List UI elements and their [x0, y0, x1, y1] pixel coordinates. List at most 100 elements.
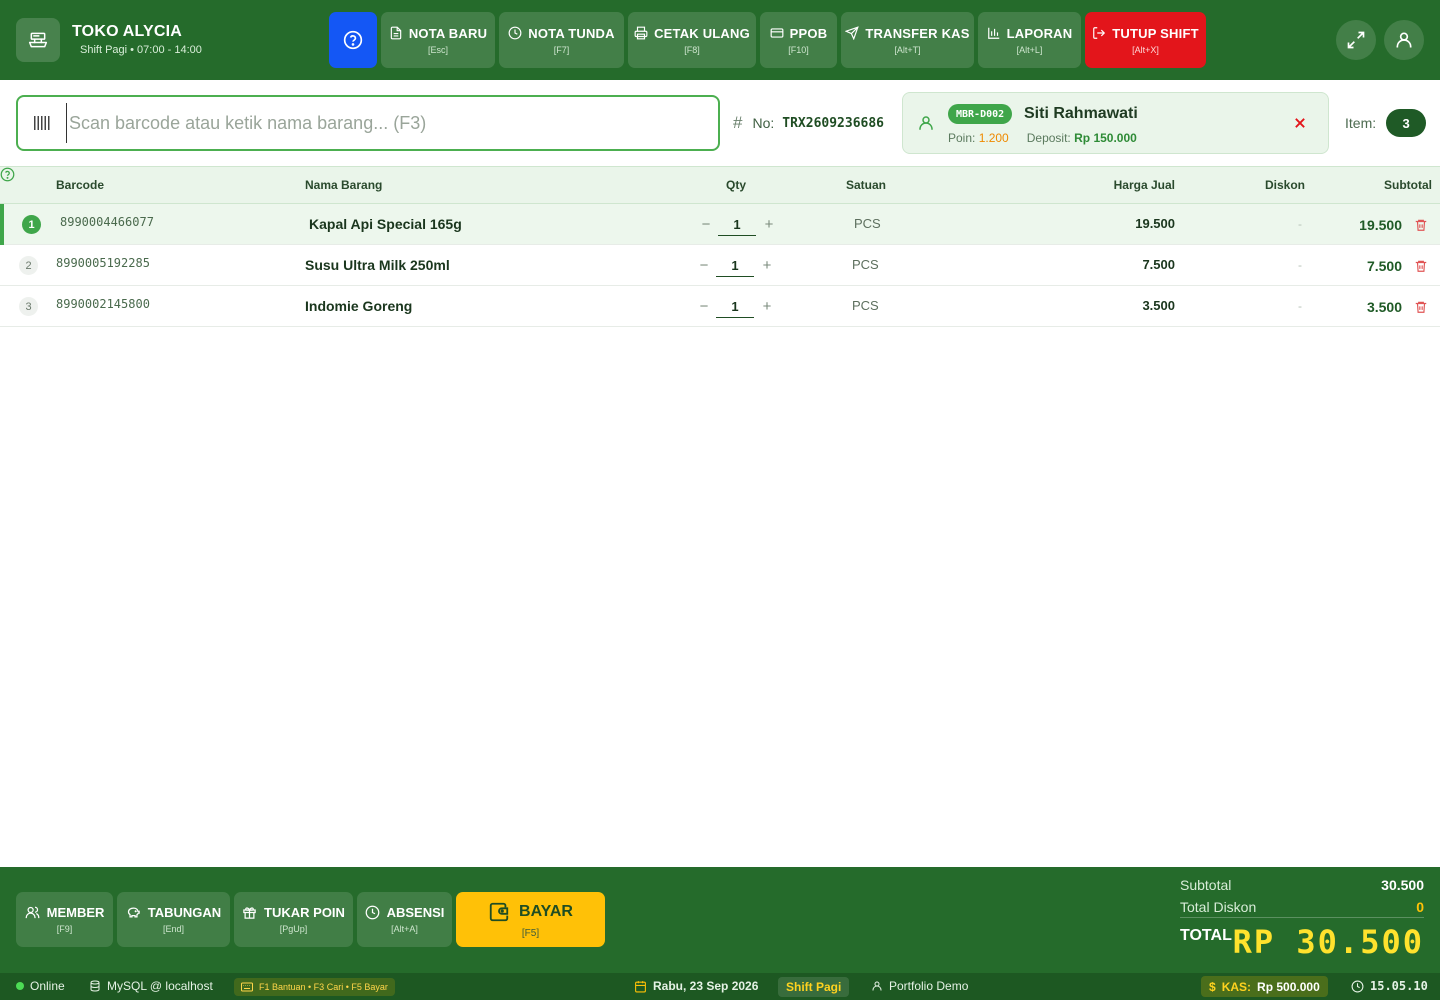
- ppob-label: PPOB: [789, 25, 828, 41]
- trash-icon[interactable]: [1414, 218, 1428, 232]
- shortcut-hint-label: F1 Bantuan • F3 Cari • F5 Bayar: [259, 982, 388, 992]
- qty-decrease-button[interactable]: −: [698, 215, 714, 233]
- report-shortcut: [Alt+L]: [1016, 44, 1043, 55]
- trash-icon[interactable]: [1414, 300, 1428, 314]
- redeem-points-button[interactable]: TUKAR POIN [PgUp]: [234, 892, 353, 947]
- cash-value: Rp 500.000: [1257, 979, 1320, 994]
- row-barcode: 8990002145800: [56, 297, 150, 311]
- member-deposit: Deposit: Rp 150.000: [1027, 131, 1137, 145]
- reprint-button[interactable]: CETAK ULANG [F8]: [628, 12, 756, 68]
- row-price: 3.500: [1142, 298, 1175, 313]
- bar-chart-icon: [987, 27, 999, 39]
- row-number: 3: [19, 297, 38, 316]
- help-button[interactable]: [329, 12, 377, 68]
- table-row[interactable]: 3 8990002145800 Indomie Goreng − + PCS 3…: [0, 286, 1440, 327]
- trash-icon[interactable]: [1414, 259, 1428, 273]
- piggy-bank-icon: [127, 907, 140, 918]
- wallet-icon: [489, 902, 509, 921]
- qty-decrease-button[interactable]: −: [696, 256, 712, 274]
- pay-button-shortcut: [F5]: [521, 927, 540, 939]
- document-icon: [390, 26, 402, 40]
- database-status: MySQL @ localhost: [89, 979, 213, 993]
- database-status-label: MySQL @ localhost: [107, 979, 213, 993]
- credit-card-icon: [770, 28, 784, 38]
- report-label: LAPORAN: [1006, 25, 1073, 41]
- barcode-icon: [34, 116, 50, 130]
- table-help-icon[interactable]: [0, 167, 15, 182]
- database-icon: [90, 980, 100, 992]
- table-row[interactable]: 1 8990004466077 Kapal Api Special 165g −…: [0, 204, 1440, 245]
- qty-increase-button[interactable]: +: [761, 215, 777, 233]
- table-row[interactable]: 2 8990005192285 Susu Ultra Milk 250ml − …: [0, 245, 1440, 286]
- search-box[interactable]: [16, 95, 720, 151]
- total-discount-label: Total Diskon: [1180, 899, 1257, 915]
- transfer-cash-button[interactable]: TRANSFER KAS [Alt+T]: [841, 12, 974, 68]
- savings-button[interactable]: TABUNGAN [End]: [117, 892, 230, 947]
- shift-badge: Shift Pagi: [778, 977, 850, 997]
- member-points-label: Poin:: [948, 131, 976, 145]
- transfer-cash-label: TRANSFER KAS: [865, 25, 970, 41]
- store-name: TOKO ALYCIA: [72, 23, 183, 40]
- pending-invoice-shortcut: [F7]: [553, 44, 570, 55]
- pending-invoice-button[interactable]: NOTA TUNDA [F7]: [499, 12, 624, 68]
- ppob-shortcut: [F10]: [788, 44, 809, 55]
- clock-icon: [508, 26, 522, 40]
- member-points-value: 1.200: [978, 131, 1009, 145]
- fullscreen-button[interactable]: [1336, 20, 1376, 60]
- member-button-shortcut: [F9]: [56, 924, 73, 934]
- row-unit: PCS: [852, 257, 879, 272]
- online-dot-icon: [16, 982, 24, 990]
- user-icon: [1396, 32, 1412, 48]
- member-name: Siti Rahmawati: [1024, 105, 1138, 122]
- store-logo: [16, 18, 60, 62]
- ppob-button[interactable]: PPOB [F10]: [760, 12, 837, 68]
- qty-increase-button[interactable]: +: [759, 256, 775, 274]
- item-count-badge: 3: [1386, 109, 1427, 137]
- user-display: Portfolio Demo: [871, 979, 968, 993]
- pay-button[interactable]: BAYAR [F5]: [456, 892, 605, 947]
- report-button[interactable]: LAPORAN [Alt+L]: [978, 12, 1081, 68]
- top-bar: TOKO ALYCIA Shift Pagi • 07:00 - 14:00 N…: [0, 0, 1440, 80]
- row-number: 1: [22, 215, 41, 234]
- member-user-icon: [919, 116, 933, 130]
- attendance-button[interactable]: ABSENSI [Alt+A]: [357, 892, 452, 947]
- member-button[interactable]: MEMBER [F9]: [16, 892, 113, 947]
- subtotal-label: Subtotal: [1180, 877, 1232, 893]
- qty-increase-button[interactable]: +: [759, 297, 775, 315]
- bottom-action-bar: MEMBER [F9] TABUNGAN [End] TUKAR POIN [P…: [0, 867, 1440, 973]
- gift-icon: [243, 907, 256, 919]
- clock-icon: [365, 905, 379, 920]
- close-shift-button[interactable]: TUTUP SHIFT [Alt+X]: [1085, 12, 1206, 68]
- row-number: 2: [19, 256, 38, 275]
- row-barcode: 8990005192285: [56, 256, 150, 270]
- row-price: 19.500: [1135, 216, 1175, 231]
- new-invoice-shortcut: [Esc]: [427, 44, 448, 55]
- send-icon: [845, 26, 860, 40]
- row-price: 7.500: [1142, 257, 1175, 272]
- date-display: Rabu, 23 Sep 2026: [634, 979, 758, 993]
- user-profile-button[interactable]: [1384, 20, 1424, 60]
- close-shift-shortcut: [Alt+X]: [1132, 44, 1159, 55]
- remove-member-icon[interactable]: [1290, 113, 1310, 133]
- redeem-points-label: TUKAR POIN: [264, 905, 345, 920]
- cash-register-icon: [28, 32, 48, 48]
- qty-input[interactable]: [716, 296, 754, 318]
- calendar-icon: [635, 980, 646, 992]
- new-invoice-button[interactable]: NOTA BARU [Esc]: [381, 12, 495, 68]
- barcode-search-input[interactable]: [66, 103, 706, 143]
- member-info: Poin: 1.200 Deposit: Rp 150.000: [948, 131, 1137, 145]
- col-barcode: Barcode: [56, 178, 105, 192]
- qty-decrease-button[interactable]: −: [696, 297, 712, 315]
- member-button-label: MEMBER: [46, 905, 105, 920]
- reprint-shortcut: [F8]: [684, 44, 700, 55]
- row-discount: -: [1298, 299, 1302, 313]
- member-card: MBR-D002 Siti Rahmawati Poin: 1.200 Depo…: [902, 92, 1329, 154]
- qty-input[interactable]: [716, 255, 754, 277]
- qty-input[interactable]: [718, 214, 756, 236]
- total-discount-value: 0: [1416, 899, 1424, 915]
- row-item-name: Susu Ultra Milk 250ml: [305, 257, 450, 273]
- summary-divider: [1180, 917, 1424, 918]
- row-unit: PCS: [852, 298, 879, 313]
- time-label: 15.05.10: [1370, 979, 1428, 993]
- col-unit: Satuan: [846, 178, 887, 192]
